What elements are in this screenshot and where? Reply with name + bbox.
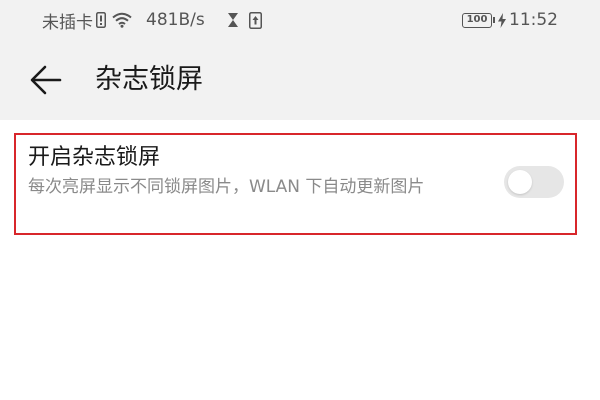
wifi-icon: [112, 12, 132, 28]
status-left: 未插卡 481B/s: [42, 9, 268, 33]
clock: 11:52: [509, 10, 558, 30]
magazine-lockscreen-toggle[interactable]: [504, 166, 564, 198]
status-right: 100 11:52: [462, 9, 558, 31]
charging-bolt-icon: [498, 12, 506, 28]
network-speed: 481B/s: [146, 10, 205, 30]
carrier-label: 未插卡: [42, 12, 93, 33]
setting-description: 每次亮屏显示不同锁屏图片，WLAN 下自动更新图片: [28, 177, 425, 197]
sim-status-icon: [96, 12, 106, 28]
magazine-lockscreen-setting-row[interactable]: 开启杂志锁屏 每次亮屏显示不同锁屏图片，WLAN 下自动更新图片: [14, 133, 577, 235]
upload-icon: [248, 11, 262, 29]
app-bar: 杂志锁屏: [0, 40, 600, 120]
back-arrow-icon: [30, 65, 62, 95]
back-button[interactable]: [24, 58, 68, 102]
status-bar: 未插卡 481B/s 100 11:52: [0, 0, 600, 40]
battery-level: 100: [462, 12, 492, 28]
hourglass-icon: [227, 12, 239, 28]
page-title: 杂志锁屏: [95, 64, 203, 95]
battery-icon: 100: [462, 12, 495, 28]
setting-title: 开启杂志锁屏: [28, 145, 161, 170]
toggle-knob: [508, 170, 532, 194]
